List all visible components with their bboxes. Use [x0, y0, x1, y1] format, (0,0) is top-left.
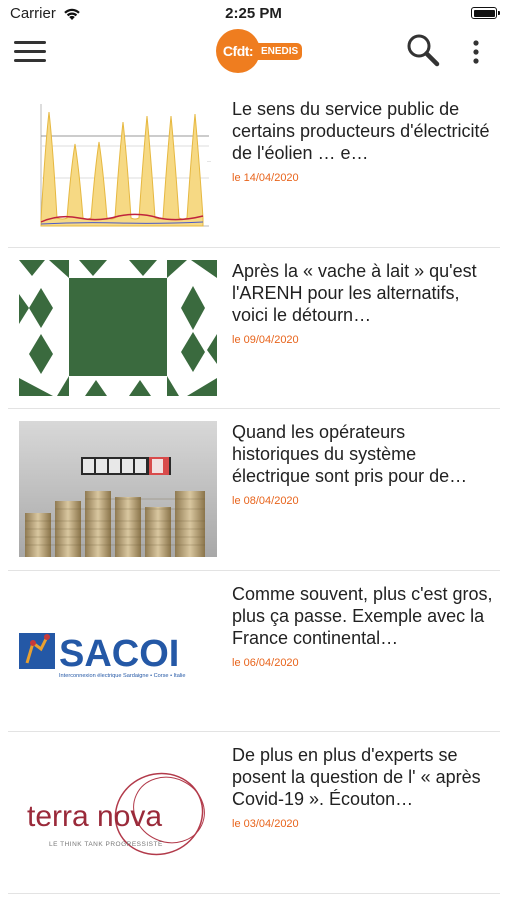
status-time: 2:25 PM: [225, 5, 282, 22]
terranova-logo-text: terra nova: [27, 800, 162, 833]
svg-text:—: —: [207, 158, 211, 163]
article-title: Après la « vache à lait » qu'est l'ARENH…: [232, 260, 477, 325]
article-item[interactable]: Après la « vache à lait » qu'est l'ARENH…: [0, 248, 507, 409]
article-title: De plus en plus d'experts se posent la q…: [232, 745, 481, 809]
more-vertical-icon[interactable]: [464, 36, 488, 68]
hamburger-menu-icon[interactable]: [12, 38, 48, 66]
article-date: le 06/04/2020: [232, 656, 299, 669]
article-date: le 03/04/2020: [232, 818, 299, 830]
green-pattern-image: [19, 259, 217, 396]
terranova-logo-image: terra nova LE THINK TANK PROGRESSISTE: [19, 744, 217, 880]
nav-bar: Cfdt: ENEDIS: [0, 28, 507, 76]
article-item[interactable]: SACOI Interconnexion électrique Sardaign…: [0, 571, 507, 732]
terranova-logo-caption: LE THINK TANK PROGRESSISTE: [49, 841, 163, 848]
article-date: le 09/04/2020: [232, 333, 299, 346]
divider: [8, 892, 500, 894]
article-date: le 08/04/2020: [232, 495, 299, 507]
search-icon[interactable]: [404, 32, 444, 72]
app-logo: Cfdt: ENEDIS: [216, 29, 303, 73]
sacoi-logo-text: SACOI: [59, 633, 179, 675]
sacoi-logo-caption: Interconnexion électrique Sardaigne • Co…: [59, 673, 185, 679]
logo-mark: Cfdt:: [216, 29, 260, 73]
coins-meter-image: [19, 421, 217, 557]
article-item[interactable]: terra nova LE THINK TANK PROGRESSISTE De…: [0, 732, 507, 894]
status-bar: Carrier 2:25 PM: [0, 0, 507, 28]
chart-graph-image: —: [19, 98, 217, 234]
article-list: — Le sens du service public de certains …: [0, 86, 507, 894]
article-item[interactable]: — Le sens du service public de certains …: [0, 86, 507, 248]
article-date: le 14/04/2020: [232, 172, 299, 184]
logo-subtitle: ENEDIS: [257, 42, 303, 60]
battery-icon: [471, 7, 500, 19]
article-title: Le sens du service public de certains pr…: [232, 99, 490, 163]
sacoi-logo-image: SACOI Interconnexion électrique Sardaign…: [19, 582, 217, 719]
article-title: Comme souvent, plus c'est gros, plus ça …: [232, 583, 493, 648]
article-title: Quand les opérateurs historiques du syst…: [232, 422, 468, 486]
article-item[interactable]: Quand les opérateurs historiques du syst…: [0, 409, 507, 571]
